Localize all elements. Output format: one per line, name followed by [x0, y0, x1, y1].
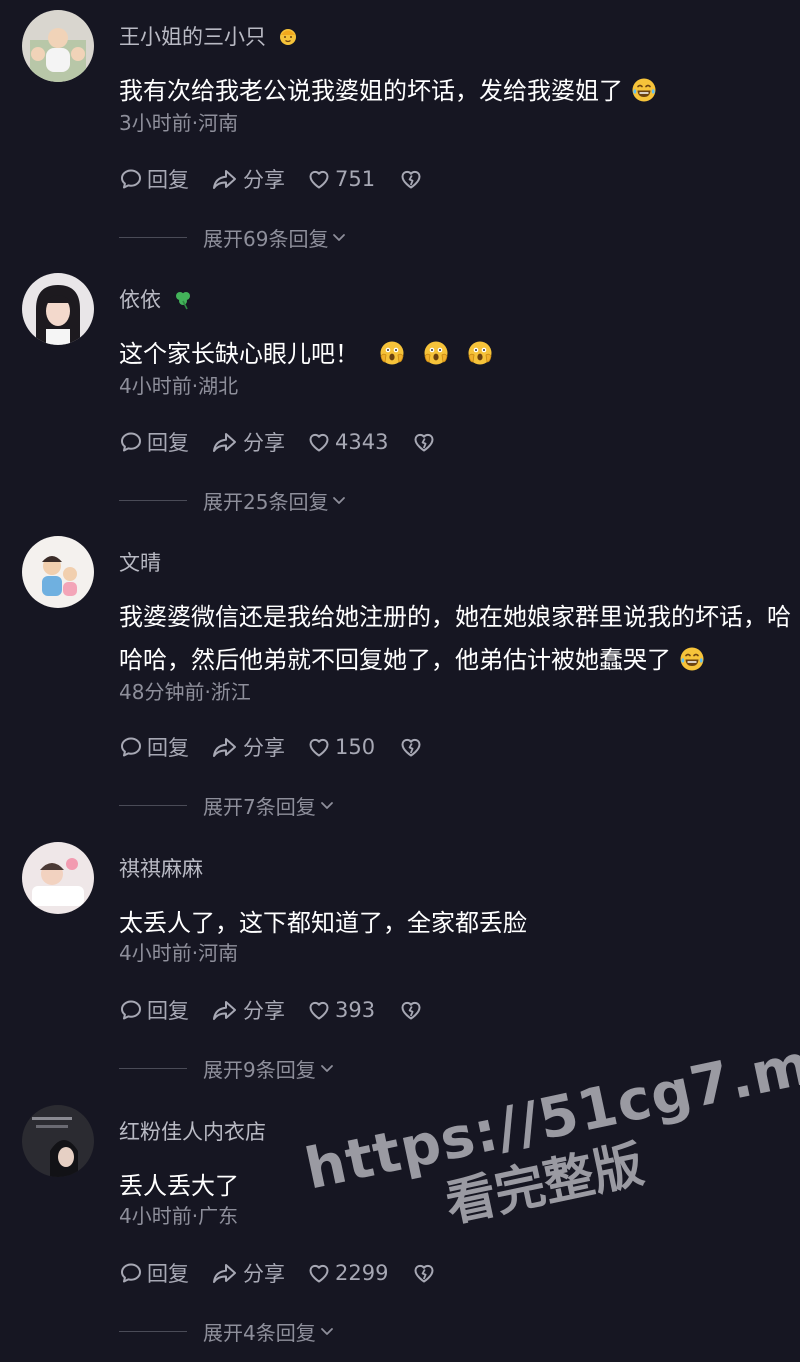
username[interactable]: 依依	[119, 285, 194, 315]
divider-line	[119, 499, 187, 501]
avatar[interactable]	[22, 10, 94, 82]
heart-icon	[307, 167, 331, 191]
dislike-button[interactable]	[399, 735, 427, 759]
comment-meta: 48分钟前·浙江	[119, 680, 251, 704]
dislike-button[interactable]	[399, 167, 427, 191]
divider-line	[119, 804, 187, 806]
comment-item: 红粉佳人内衣店 丢人丢大了 4小时前·广东 回复 分享 2299 展开4条回复	[0, 1095, 800, 1357]
chevron-down-icon	[320, 800, 334, 810]
chevron-down-icon	[320, 1326, 334, 1336]
expand-replies-button[interactable]: 展开7条回复	[119, 790, 334, 820]
heart-icon	[307, 735, 331, 759]
broken-heart-icon	[412, 1261, 436, 1285]
chevron-down-icon	[332, 232, 346, 242]
reply-button[interactable]: 回复	[119, 164, 189, 194]
expand-replies-button[interactable]: 展开9条回复	[119, 1053, 334, 1083]
reply-button[interactable]: 回复	[119, 995, 189, 1025]
reply-button[interactable]: 回复	[119, 1258, 189, 1288]
like-button[interactable]: 2299	[307, 1261, 388, 1285]
broken-heart-icon	[399, 998, 423, 1022]
comment-meta: 3小时前·河南	[119, 111, 239, 135]
comment-actions: 回复 分享 751	[119, 164, 449, 194]
share-button[interactable]: 分享	[211, 164, 285, 194]
share-icon	[211, 735, 239, 759]
dislike-button[interactable]	[412, 430, 440, 454]
like-button[interactable]: 393	[307, 998, 375, 1022]
broken-heart-icon	[399, 735, 423, 759]
comment-actions: 回复 分享 2299	[119, 1258, 462, 1288]
avatar[interactable]	[22, 842, 94, 914]
expand-replies-button[interactable]: 展开4条回复	[119, 1316, 334, 1346]
broken-heart-icon	[412, 430, 436, 454]
reply-icon	[119, 167, 143, 191]
username[interactable]: 红粉佳人内衣店	[119, 1117, 266, 1147]
dislike-button[interactable]	[399, 998, 427, 1022]
expand-replies-button[interactable]: 展开69条回复	[119, 222, 346, 252]
divider-line	[119, 1067, 187, 1069]
scream-emoji-icon	[423, 340, 449, 366]
avatar[interactable]	[22, 536, 94, 608]
heart-icon	[307, 998, 331, 1022]
comment-item: 祺祺麻麻 太丢人了，这下都知道了，全家都丢脸 4小时前·河南 回复 分享 393…	[0, 832, 800, 1094]
share-icon	[211, 430, 239, 454]
like-button[interactable]: 751	[307, 167, 375, 191]
comment-meta: 4小时前·河南	[119, 941, 239, 965]
comment-text: 我婆婆微信还是我给她注册的，她在她娘家群里说我的坏话，哈哈哈，然后他弟就不回复她…	[119, 603, 791, 674]
username[interactable]: 文晴	[119, 548, 161, 578]
divider-line	[119, 236, 187, 238]
username[interactable]: 祺祺麻麻	[119, 854, 203, 884]
comment-meta: 4小时前·湖北	[119, 374, 239, 398]
chevron-down-icon	[332, 495, 346, 505]
comment-actions: 回复 分享 393	[119, 995, 449, 1025]
like-button[interactable]: 4343	[307, 430, 388, 454]
reply-button[interactable]: 回复	[119, 427, 189, 457]
comment-item: 依依 这个家长缺心眼儿吧！ 4小时前·湖北 回复 分享 4343 展开25条回复	[0, 263, 800, 525]
avatar[interactable]	[22, 1105, 94, 1177]
reply-icon	[119, 735, 143, 759]
comment-item: 文晴 我婆婆微信还是我给她注册的，她在她娘家群里说我的坏话，哈哈哈，然后他弟就不…	[0, 526, 800, 831]
reply-icon	[119, 1261, 143, 1285]
heart-icon	[307, 1261, 331, 1285]
dislike-button[interactable]	[412, 1261, 440, 1285]
baby-emoji-icon	[279, 29, 296, 45]
like-button[interactable]: 150	[307, 735, 375, 759]
share-button[interactable]: 分享	[211, 427, 285, 457]
share-button[interactable]: 分享	[211, 1258, 285, 1288]
laugh-cry-emoji-icon	[679, 646, 705, 672]
laugh-cry-emoji-icon	[631, 77, 657, 103]
comment-meta: 4小时前·广东	[119, 1204, 239, 1228]
share-icon	[211, 998, 239, 1022]
broken-heart-icon	[399, 167, 423, 191]
chevron-down-icon	[320, 1063, 334, 1073]
clover-icon	[175, 292, 190, 310]
reply-icon	[119, 998, 143, 1022]
expand-replies-button[interactable]: 展开25条回复	[119, 485, 346, 515]
reply-button[interactable]: 回复	[119, 732, 189, 762]
avatar[interactable]	[22, 273, 94, 345]
comment-actions: 回复 分享 150	[119, 732, 449, 762]
scream-emoji-icon	[467, 340, 493, 366]
share-icon	[211, 167, 239, 191]
comment-text: 这个家长缺心眼儿吧！	[119, 333, 795, 376]
comment-actions: 回复 分享 4343	[119, 427, 462, 457]
divider-line	[119, 1330, 187, 1332]
heart-icon	[307, 430, 331, 454]
scream-emoji-icon	[379, 340, 405, 366]
username[interactable]: 王小姐的三小只	[119, 22, 299, 52]
comment-text: 我有次给我老公说我婆姐的坏话，发给我婆姐了	[119, 70, 795, 113]
share-button[interactable]: 分享	[211, 995, 285, 1025]
share-button[interactable]: 分享	[211, 732, 285, 762]
share-icon	[211, 1261, 239, 1285]
reply-icon	[119, 430, 143, 454]
comment-item: 王小姐的三小只 我有次给我老公说我婆姐的坏话，发给我婆姐了 3小时前·河南 回复…	[0, 0, 800, 262]
